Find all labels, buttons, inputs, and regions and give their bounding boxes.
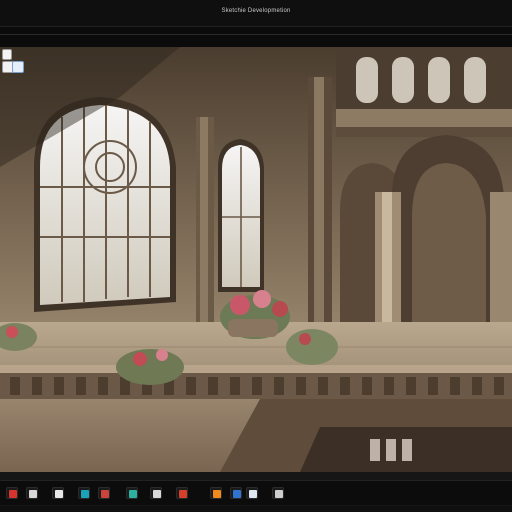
pencil-icon-glyph (275, 490, 283, 498)
image-viewer-icon-glyph (129, 490, 137, 498)
red-app-icon[interactable] (6, 487, 18, 499)
toolbar-divider (0, 34, 512, 35)
app-window: Sketchie Developmetion (0, 0, 512, 512)
artwork-scene (0, 47, 512, 472)
cloud-icon[interactable] (26, 487, 38, 499)
top-toolbar (0, 27, 512, 47)
taskbar (0, 480, 512, 505)
blue-app-icon[interactable] (230, 487, 242, 499)
disk-icon-glyph (249, 490, 257, 498)
orange-app-icon-glyph (213, 490, 221, 498)
red-document-icon-glyph (101, 490, 109, 498)
orange-red-app-icon[interactable] (176, 487, 188, 499)
window-title: Sketchie Developmetion (221, 8, 291, 14)
image-canvas[interactable] (0, 47, 512, 472)
layer-icon[interactable] (2, 49, 12, 60)
cyan-app-icon-glyph (81, 490, 89, 498)
orange-red-app-icon-glyph (179, 490, 187, 498)
orange-app-icon[interactable] (210, 487, 222, 499)
pencil-icon[interactable] (272, 487, 284, 499)
image-viewer-icon[interactable] (126, 487, 138, 499)
cloud-icon-glyph (29, 490, 37, 498)
blank-window-icon[interactable] (150, 487, 162, 499)
blue-app-icon-glyph (233, 490, 241, 498)
red-app-icon-glyph (9, 490, 17, 498)
cyan-app-icon[interactable] (78, 487, 90, 499)
mail-icon[interactable] (52, 487, 64, 499)
red-document-icon[interactable] (98, 487, 110, 499)
selection-icon[interactable] (12, 61, 24, 73)
mail-icon-glyph (55, 490, 63, 498)
left-tool-rail (0, 47, 26, 472)
title-bar: Sketchie Developmetion (0, 0, 512, 27)
blank-window-icon-glyph (153, 490, 161, 498)
bottom-border (0, 506, 512, 512)
disk-icon[interactable] (246, 487, 258, 499)
